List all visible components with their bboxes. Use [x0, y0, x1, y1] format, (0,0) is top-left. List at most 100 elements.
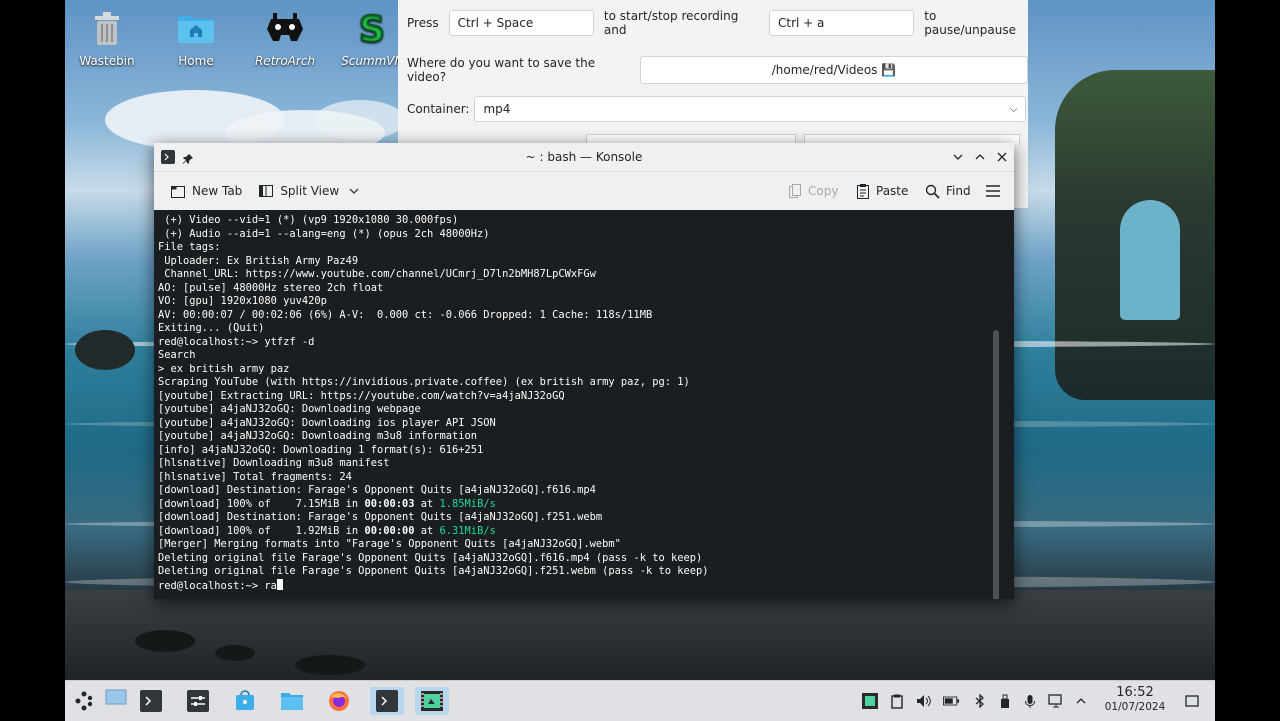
desktop-icon [105, 689, 127, 705]
split-view-label: Split View [280, 184, 340, 198]
wastebin-icon [87, 8, 127, 48]
split-view-button[interactable]: Split View [250, 178, 367, 204]
terminal-line: Uploader: Ex British Army Paz49 [158, 254, 359, 267]
hamburger-menu-button[interactable] [985, 184, 1001, 201]
window-title: ~ : bash — Konsole [525, 150, 643, 164]
terminal-line: Scraping YouTube (with https://invidious… [158, 376, 690, 388]
minimize-button[interactable] [950, 149, 966, 165]
terminal-line: (+) Audio --aid=1 --alang=eng (*) (opus … [158, 227, 490, 240]
pause-hotkey-field[interactable]: Ctrl + a [769, 10, 915, 36]
tray-clipboard[interactable] [889, 693, 905, 709]
download-time: 00:00:00 [364, 524, 415, 537]
chevron-down-icon: ⌵ [1009, 103, 1018, 115]
terminal-line: Deleting original file Farage's Opponent… [158, 565, 709, 577]
scummvm-icon: S [353, 8, 393, 48]
konsole-toolbar: New Tab Split View Copy Paste Find [154, 172, 1014, 210]
taskbar-terminal[interactable] [137, 687, 165, 715]
home-folder-icon [176, 8, 216, 48]
hamburger-menu-icon [986, 185, 1000, 197]
terminal-text: (+) Video --vid=1 (*) (vp9 1920x1080 30.… [158, 214, 1002, 593]
terminal-line: Deleting original file Farage's Opponent… [158, 551, 703, 564]
terminal-line: [youtube] a4jaNJ32oGQ: Downloading ios p… [158, 416, 496, 429]
tray-device[interactable] [997, 693, 1013, 709]
tray-battery[interactable] [943, 693, 959, 709]
terminal-line: red@localhost:~> ytfzf -d [158, 335, 315, 348]
tray-screen-recorder[interactable] [862, 693, 878, 709]
find-label: Find [946, 184, 971, 198]
clock-date: 01/07/2024 [1104, 701, 1166, 713]
paste-label: Paste [876, 184, 909, 198]
application-launcher-button[interactable] [70, 687, 98, 715]
desktop-icon-label: Home [178, 54, 214, 68]
tray-expand-button[interactable] [1073, 693, 1089, 709]
record-hotkey-field[interactable]: Ctrl + Space [448, 10, 594, 36]
taskbar-discover[interactable] [231, 687, 259, 715]
container-select[interactable]: mp4 ⌵ [474, 96, 1027, 122]
taskbar-konsole-active[interactable] [370, 687, 404, 715]
terminal-line: Search [158, 349, 196, 361]
new-tab-button[interactable]: New Tab [162, 178, 250, 204]
terminal-text-segment: at [414, 497, 440, 510]
save-path-button[interactable]: /home/red/Videos 💾 [639, 56, 1028, 84]
taskbar-file-manager[interactable] [278, 687, 306, 715]
maximize-button[interactable] [972, 149, 988, 165]
container-value: mp4 [483, 102, 511, 116]
taskbar-screen-recorder[interactable] [415, 687, 449, 715]
tray-bluetooth[interactable] [972, 693, 988, 709]
download-time: 00:00:03 [364, 497, 415, 510]
terminal-line: [youtube] a4jaNJ32oGQ: Downloading m3u8 … [158, 430, 478, 442]
terminal-scrollbar[interactable] [993, 330, 999, 599]
peek-desktop-button[interactable] [1184, 693, 1200, 709]
cloud [315, 100, 405, 140]
network-icon [1048, 694, 1062, 708]
download-progress-line: [download] 100% of 1.92MiB in 00:00:00 a… [158, 525, 1002, 539]
terminal-line: [youtube] Extracting URL: https://youtub… [158, 389, 565, 402]
video-film-icon [421, 691, 443, 711]
new-tab-icon [171, 186, 185, 198]
taskbar-system-settings[interactable] [184, 687, 212, 715]
paste-button[interactable]: Paste [848, 178, 916, 204]
copy-button[interactable]: Copy [780, 178, 846, 204]
taskbar-firefox[interactable] [325, 687, 353, 715]
terminal-line: [download] Destination: Farage's Opponen… [158, 511, 603, 523]
text-cursor [276, 578, 283, 590]
show-desktop-button[interactable] [102, 683, 130, 711]
desktop-icon-home[interactable]: Home [156, 8, 236, 68]
download-progress-line: [download] 100% of 7.15MiB in 00:00:03 a… [158, 498, 1002, 512]
folder-icon [281, 693, 303, 710]
terminal-icon [140, 690, 162, 712]
desktop-icon-label: RetroArch [254, 54, 316, 68]
tray-network[interactable] [1048, 693, 1064, 709]
konsole-titlebar[interactable]: ~ : bash — Konsole [154, 143, 1014, 172]
desktop-icon-wastebin[interactable]: Wastebin [67, 8, 147, 68]
digital-clock[interactable]: 16:52 01/07/2024 [1095, 685, 1175, 713]
download-speed: 6.31MiB/s [439, 524, 496, 537]
terminal-text-segment: at [414, 524, 440, 537]
copy-label: Copy [808, 184, 839, 198]
letterbox-right [1215, 0, 1280, 720]
terminal-line: [download] Destination: Farage's Opponen… [158, 484, 596, 496]
terminal-line: [info] a4jaNJ32oGQ: Downloading 1 format… [158, 443, 484, 456]
terminal-icon [376, 690, 398, 712]
tray-volume[interactable] [916, 693, 932, 709]
terminal-line: AV: 00:00:07 / 00:02:06 (6%) A-V: 0.000 … [158, 308, 653, 321]
close-button[interactable] [994, 149, 1010, 165]
terminal-line: [hlsnative] Total fragments: 24 [158, 470, 352, 483]
taskbar: 16:52 01/07/2024 [65, 680, 1215, 721]
find-button[interactable]: Find [917, 178, 979, 204]
save-path-row: Where do you want to save the video? /ho… [407, 56, 1028, 84]
tray-microphone[interactable] [1022, 693, 1038, 709]
chevron-down-icon [349, 188, 359, 194]
beach-rock [135, 630, 195, 652]
press-label: Press [407, 16, 439, 30]
hotkey-end-label: to pause/unpause [924, 9, 1016, 37]
app-launcher-icon [75, 691, 93, 711]
store-bag-icon [236, 690, 254, 710]
desktop-icon-retroarch[interactable]: RetroArch [245, 8, 325, 68]
terminal-line: Exiting... (Quit) [158, 322, 265, 334]
letterbox-left [0, 0, 65, 720]
microphone-icon [1025, 694, 1035, 708]
typed-command: ra [264, 579, 277, 592]
terminal-output[interactable]: (+) Video --vid=1 (*) (vp9 1920x1080 30.… [154, 210, 1002, 599]
settings-sliders-icon [187, 690, 209, 712]
